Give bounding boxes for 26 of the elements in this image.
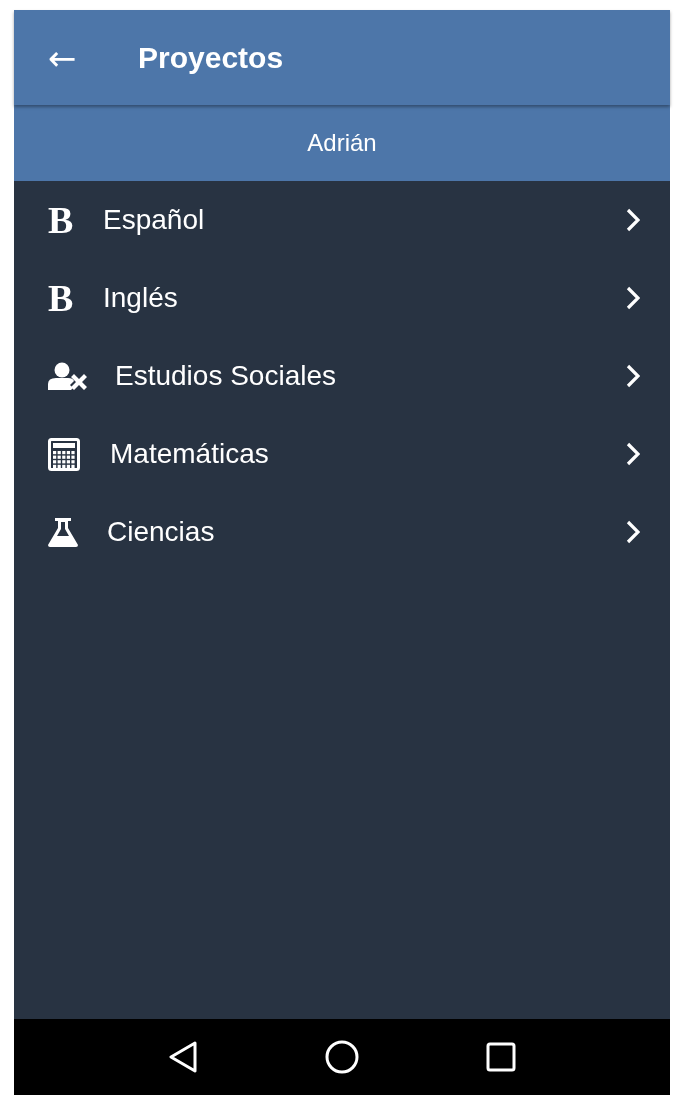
flask-icon [48,517,78,547]
subject-label: Matemáticas [110,438,270,470]
screen-title: Proyectos [138,40,284,75]
chevron-right-icon [626,364,640,388]
subject-row[interactable]: B Español [14,181,670,259]
subject-label: Estudios Sociales [115,360,337,392]
student-name: Adrián [307,129,377,157]
subject-label: Español [103,204,206,236]
chevron-right-icon [626,442,640,466]
subject-label: Inglés [103,282,179,314]
chevron-right-icon [626,520,640,544]
chevron-right-icon [626,208,640,232]
person-cross-icon [48,362,87,390]
chevron-right-icon [626,286,640,310]
bold-letter-icon: B [48,201,74,239]
back-arrow-icon[interactable]: ← [46,40,78,75]
subject-row[interactable]: Ciencias [14,493,670,571]
home-circle-icon[interactable] [325,1040,359,1074]
subject-row[interactable]: B Inglés [14,259,670,337]
bold-letter-icon: B [48,279,74,317]
subject-row[interactable]: Matemáticas [14,415,670,493]
subject-row[interactable]: Estudios Sociales [14,337,670,415]
subject-label: Ciencias [107,516,216,548]
back-triangle-icon[interactable] [169,1041,197,1073]
recents-square-icon[interactable] [486,1042,516,1072]
calculator-icon [48,437,80,471]
